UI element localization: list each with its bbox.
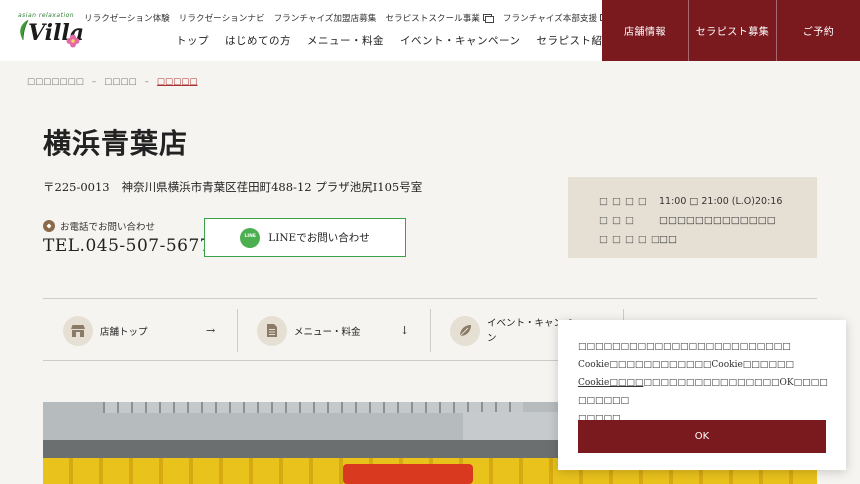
cookie-policy-link[interactable]: Cookie□□□□ xyxy=(578,378,643,388)
hours-row: □□□ □□□□□□□□□□□□□ xyxy=(599,215,776,226)
tab-divider xyxy=(237,309,238,352)
page-title: 横浜青葉店 xyxy=(43,127,189,160)
reservation-button[interactable]: ご予約 xyxy=(776,0,860,61)
breadcrumb-separator: – xyxy=(144,77,149,87)
nav-menu-price[interactable]: メニュー・料金 xyxy=(307,33,384,48)
external-link-icon xyxy=(482,13,494,23)
arrow-right-icon: → xyxy=(206,324,216,337)
tab-divider xyxy=(430,309,431,352)
sub-nav-franchise-support[interactable]: フランチャイズ本部支援 xyxy=(503,12,612,24)
phone-icon xyxy=(43,220,55,232)
sub-nav-therapist-school[interactable]: セラピストスクール事業 xyxy=(385,12,494,24)
sub-nav-relax-navi[interactable]: リラクゼーションナビ xyxy=(179,12,265,24)
line-icon xyxy=(240,227,261,248)
therapist-recruit-button[interactable]: セラピスト募集 xyxy=(688,0,776,61)
breadcrumb-home[interactable]: □□□□□□□ xyxy=(27,77,84,87)
cookie-ok-button[interactable]: OK xyxy=(578,420,826,453)
site-header: asian relaxation Villa リラクゼーション体験 リラクゼーシ… xyxy=(0,0,860,61)
hours-row: □□□□ 11:00 □ 21:00 (L.O)20:16 xyxy=(599,196,783,207)
flower-icon xyxy=(66,34,80,48)
arrow-down-icon: ↓ xyxy=(400,324,410,337)
breadcrumb-current[interactable]: □□□□□ xyxy=(157,77,198,87)
main-navigation: トップ はじめての方 メニュー・料金 イベント・キャンペーン セラピスト紹介 xyxy=(176,33,613,48)
tab-menu-price[interactable]: メニュー・料金 ↓ xyxy=(257,309,431,352)
nav-top[interactable]: トップ xyxy=(176,33,209,48)
breadcrumb-separator: – xyxy=(91,77,97,87)
tab-shop-top[interactable]: 店舗トップ → xyxy=(63,309,237,352)
sub-nav-relax-experience[interactable]: リラクゼーション体験 xyxy=(84,12,170,24)
zip-code: 〒225-0013 xyxy=(43,180,110,194)
cookie-consent-dialog: □□□□□□□□□□□□□□□□□□□□□□□□□ Cookie□□□□□□□□… xyxy=(558,320,846,470)
header-action-buttons: 店舗情報 セラピスト募集 ご予約 xyxy=(602,0,860,61)
tel-label: お電話でお問い合わせ xyxy=(43,219,155,233)
leaf-icon xyxy=(450,315,480,346)
nav-first-time[interactable]: はじめての方 xyxy=(225,33,291,48)
tel-number[interactable]: TEL.045-507-5677 xyxy=(43,236,211,256)
line-contact-button[interactable]: LINEでお問い合わせ xyxy=(204,218,406,257)
villa-logo[interactable]: asian relaxation Villa xyxy=(14,6,84,54)
shop-info-button[interactable]: 店舗情報 xyxy=(602,0,688,61)
hours-row: □□□□□ □□ xyxy=(599,234,677,245)
logo-tagline: asian relaxation xyxy=(18,12,75,19)
sub-navigation: リラクゼーション体験 リラクゼーションナビ フランチャイズ加盟店募集 セラピスト… xyxy=(84,12,612,24)
cookie-message: □□□□□□□□□□□□□□□□□□□□□□□□□ Cookie□□□□□□□□… xyxy=(578,342,828,424)
sub-nav-franchise-recruit[interactable]: フランチャイズ加盟店募集 xyxy=(274,12,377,24)
address-text: 神奈川県横浜市青葉区荏田町488-12 プラザ池尻Ⅰ105号室 xyxy=(121,180,423,194)
breadcrumb-shops[interactable]: □□□□ xyxy=(104,77,136,87)
document-icon xyxy=(257,315,287,346)
nav-event-campaign[interactable]: イベント・キャンペーン xyxy=(400,33,520,48)
shop-address: 〒225-0013 神奈川県横浜市青葉区荏田町488-12 プラザ池尻Ⅰ105号室 xyxy=(43,179,422,195)
shop-icon xyxy=(63,315,93,346)
business-hours-box: □□□□ 11:00 □ 21:00 (L.O)20:16 □□□ □□□□□□… xyxy=(568,177,817,258)
breadcrumb: □□□□□□□ – □□□□ – □□□□□ xyxy=(27,77,198,87)
